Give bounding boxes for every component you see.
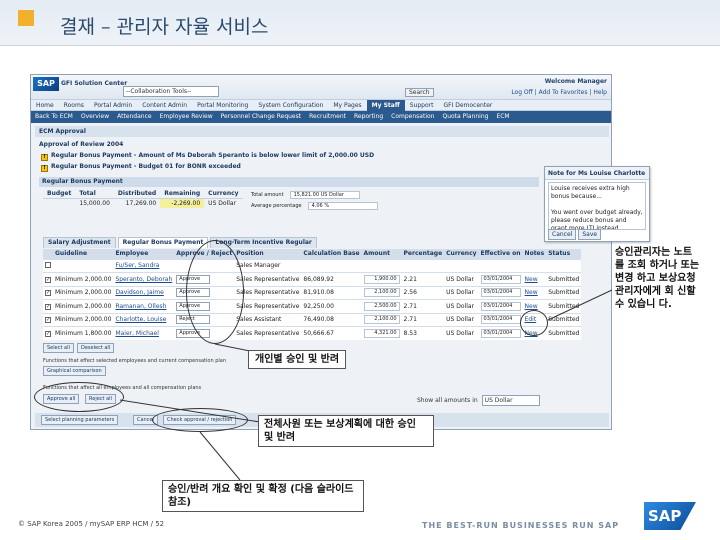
callout-note-review: 승인관리자는 노트를 조회 하거나 또는 변경 하고 보상요청 관리자에게 회 …: [612, 244, 704, 313]
note-textarea[interactable]: Louise receives extra high bonus because…: [548, 182, 646, 230]
note-text: Louise receives extra high bonus because…: [551, 185, 643, 230]
note-save-button[interactable]: Save: [578, 229, 602, 240]
footer-tagline: THE BEST-RUN BUSINESSES RUN SAP: [422, 521, 620, 530]
callout-confirm-approval: 승인/반려 개요 확인 및 확정 (다음 슬라이드 참조): [162, 480, 364, 512]
callout-all-approval: 전체사원 또는 보상계획에 대한 승인 및 반려: [258, 415, 434, 447]
callout-individual-approval: 개인별 승인 및 반려: [248, 350, 347, 369]
note-title: Note for Ms Louise Charlotte: [545, 167, 649, 180]
note-popup: Note for Ms Louise Charlotte Louise rece…: [544, 166, 650, 242]
note-cancel-button[interactable]: Cancel: [548, 229, 577, 240]
footer-copyright: © SAP Korea 2005 / mySAP ERP HCM / 52: [18, 520, 165, 528]
